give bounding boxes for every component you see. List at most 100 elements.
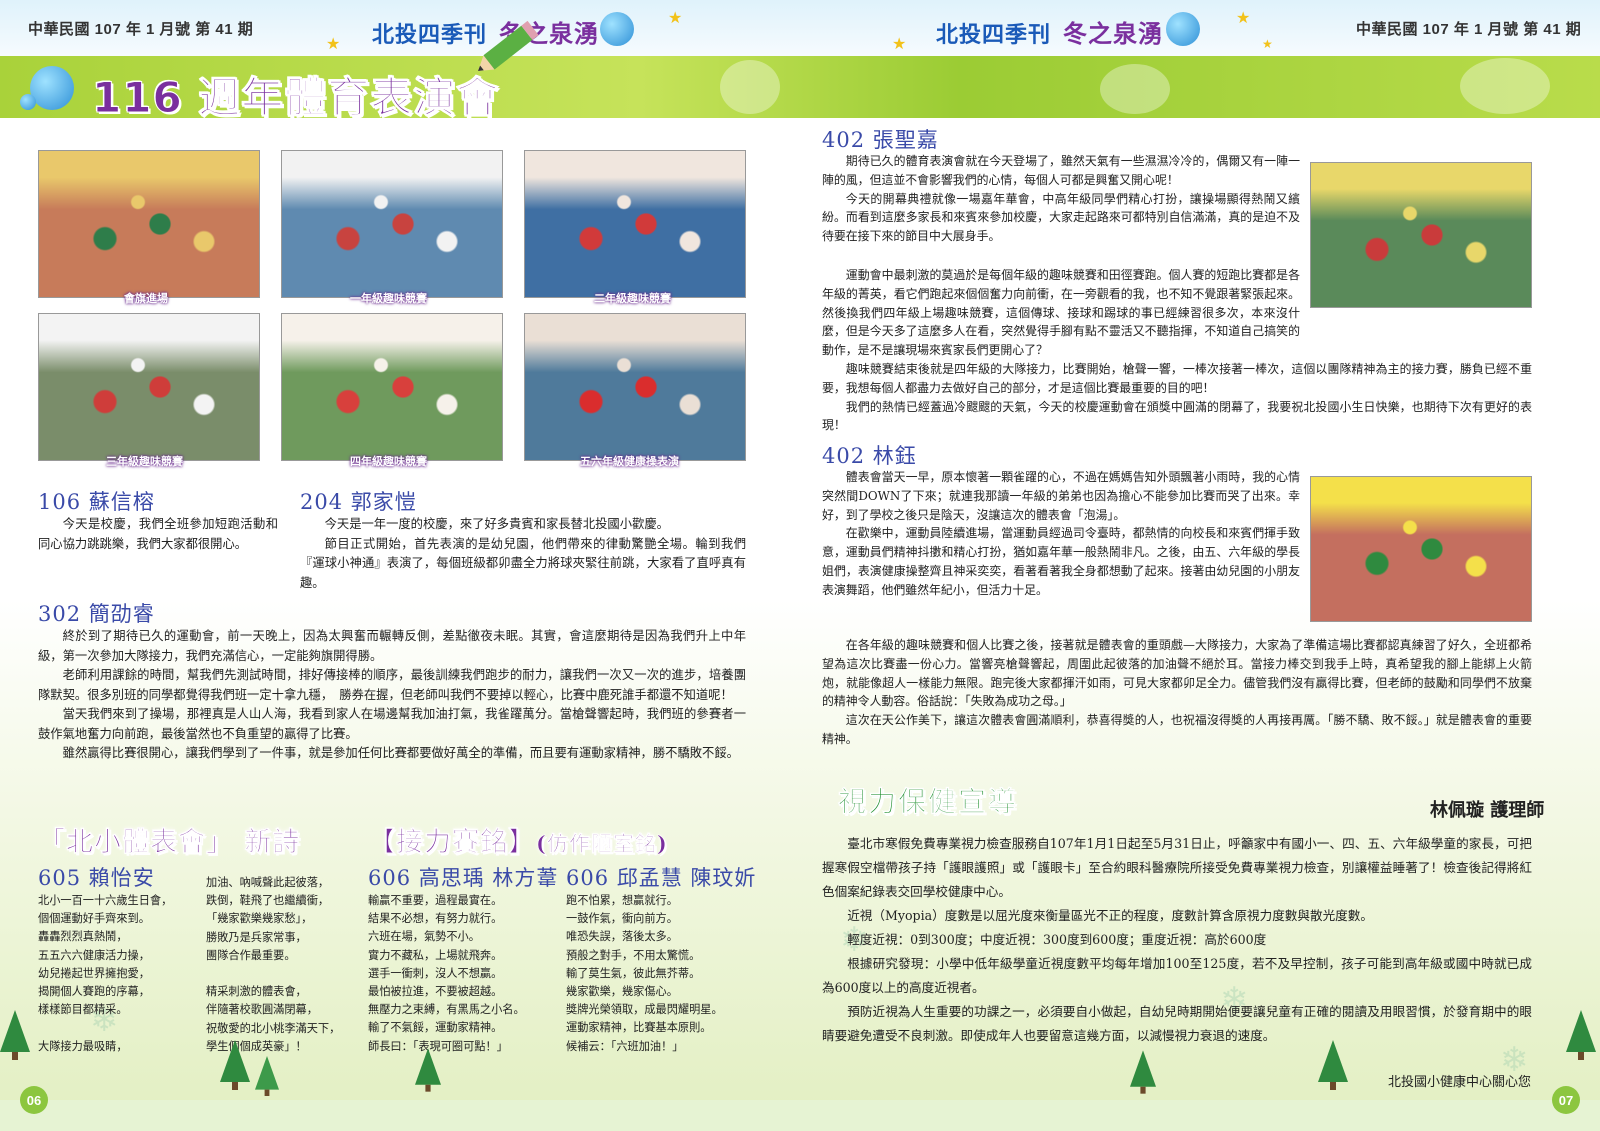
poem-line: 「幾家歡樂幾家愁」，	[206, 912, 313, 926]
pine-tree-icon	[415, 1048, 441, 1092]
heading-text: 【接力賽銘】	[368, 827, 536, 859]
poem-line: 伴隨著校歌圓滿閉幕，	[206, 1003, 318, 1017]
bokeh-light	[720, 60, 780, 114]
brand-name: 北投四季刊	[936, 23, 1052, 48]
photo-grade2-game	[524, 150, 746, 298]
poem-line: 加油、吶喊聲此起彼落，	[206, 876, 330, 889]
paragraph: 期待已久的體育表演會就在今天登場了，雖然天氣有一些濕濕冷冷的，偶爾又有一陣一陣的…	[822, 154, 1300, 187]
poem-heading-new-poetry: 「北小體表會」 新詩	[38, 820, 300, 859]
photo-caption: 五六年級健康操表演	[580, 455, 679, 468]
heading-text: (仿作陋室銘)	[536, 831, 668, 857]
photo-flag-entrance	[38, 150, 260, 298]
paragraph: 在歡樂中，運動員陸續進場，當運動員經過司令臺時，都熱情的向校長和來賓們揮手致意，…	[822, 526, 1300, 597]
paragraph: 近視（Myopia）度數是以屈光度來衡量區光不正的程度，度數計算含原視力度數與散…	[847, 908, 1373, 923]
article-body-204: 今天是一年一度的校慶，來了好多貴賓和家長替北投國小歡慶。 節目正式開始，首先表演…	[300, 515, 746, 593]
heading-text: 「北小體表會」	[38, 827, 234, 859]
vision-author: 林佩璇 護理師	[1430, 800, 1545, 821]
article-body-302: 終於到了期待已久的運動會，前一天晚上，因為太興奮而輾轉反側，差點徹夜未眠。其實，…	[38, 627, 746, 764]
poem-title-605: 605 賴怡安	[38, 866, 155, 890]
article-title-402b: 402 林鈺	[822, 444, 917, 468]
poem-line	[206, 965, 340, 983]
paragraph: 預防近視為人生重要的功課之一，必須要自小做起，自幼兒時期開始便要讓兒童有正確的閱…	[822, 1004, 1532, 1043]
paragraph: 今天是校慶，我們全班參加短跑活動和同心協力跳跳樂，我們大家都很開心。	[38, 517, 278, 551]
poem-line: 最怕被拉進，不要被超越。	[368, 984, 503, 998]
health-center-footer: 北投國小健康中心關心您	[1388, 1075, 1532, 1090]
pine-tree-icon	[1566, 1010, 1596, 1060]
poem-line: 師長曰：「表現可圈可點！」	[368, 1039, 508, 1053]
paragraph: 根據研究發現：小學中低年級學童近視度數平均每年增加100至125度，若不及早控制…	[822, 956, 1532, 995]
photo-caption: 三年級趣味競賽	[106, 455, 183, 468]
pine-tree-icon	[220, 1040, 250, 1090]
poem-line: 跌倒，鞋飛了也繼續衝，	[206, 894, 330, 908]
poem-line: 五五六六健康活力操，	[38, 948, 150, 962]
poem-line	[38, 1019, 172, 1037]
photo-caption: 二年級趣味競賽	[594, 292, 671, 305]
pine-tree-icon	[1318, 1040, 1348, 1090]
water-drop-icon	[600, 12, 634, 46]
pine-tree-icon	[0, 1010, 30, 1060]
water-drop-icon	[1166, 12, 1200, 46]
article-body-402a-top: 期待已久的體育表演會就在今天登場了，雖然天氣有一些濕濕冷冷的，偶爾又有一陣一陣的…	[822, 152, 1300, 246]
poem-606a: 輸贏不重要，過程最實在。 結果不必想，有努力就行。 六班在場，氣勢不小。 實力不…	[368, 892, 525, 1056]
issue-label-right: 中華民國 107 年 1 月號 第 41 期	[1356, 21, 1582, 38]
brand-name: 北投四季刊	[372, 23, 488, 48]
poem-line: 北小一百一十六歲生日會，	[38, 894, 173, 907]
star-icon: ★	[668, 8, 683, 27]
magazine-spread: 中華民國 107 年 1 月號 第 41 期 中華民國 107 年 1 月號 第…	[0, 0, 1600, 1131]
main-title: 116 週年體育表演會	[91, 73, 500, 123]
paragraph: 體表會當天一早，原本懷著一顆雀躍的心，不過在媽媽告知外頭飄著小雨時，我的心情突然…	[822, 470, 1300, 522]
poem-line: 獎牌光榮領取，成最閃耀明星。	[566, 1003, 723, 1017]
poem-606b: 跑不怕累，想贏就行。 一鼓作氣，衝向前方。 唯恐失誤，落後太多。 預般之對手，不…	[566, 892, 723, 1056]
brand-subtitle: 冬之泉湧	[1063, 20, 1164, 48]
page-number-right: 07	[1552, 1086, 1580, 1114]
poem-605-col2: 加油、吶喊聲此起彼落， 跌倒，鞋飛了也繼續衝， 「幾家歡樂幾家愁」， 勝敗乃是兵…	[206, 874, 340, 1056]
paragraph: 節目正式開始，首先表演的是幼兒園，他們帶來的律動驚艷全場。輪到我們『運球小神通』…	[300, 536, 746, 590]
paragraph: 當天我們來到了操場，那裡真是人山人海，我看到家人在場邊幫我加油打氣，我雀躍萬分。…	[38, 707, 746, 741]
poem-line: 跑不怕累，想贏就行。	[566, 894, 678, 907]
poem-line: 精采刺激的體表會，	[206, 985, 307, 999]
poem-line: 候補云：「六班加油！」	[566, 1039, 684, 1053]
page-number-left: 06	[20, 1086, 48, 1114]
pine-tree-icon	[1130, 1050, 1156, 1094]
poem-line: 祝敬愛的北小桃李滿天下，	[206, 1021, 341, 1035]
paragraph: 趣味競賽結束後就是四年級的大隊接力，比賽開始，槍聲一響，一棒次接著一棒次，這個以…	[822, 361, 1532, 395]
water-drop-icon	[30, 66, 74, 110]
poem-line: 輸了不氣餒，運動家精神。	[368, 1021, 503, 1035]
photo-caption: 會旗進場	[124, 292, 168, 305]
poem-line: 幾家歡樂，幾家傷心。	[566, 984, 678, 998]
photo-grade56-exercise	[524, 313, 746, 461]
poem-heading-relay-inscription: 【接力賽銘】(仿作陋室銘)	[368, 820, 668, 859]
paragraph: 我們的熱情已經蓋過冷颼颼的天氣，今天的校慶運動會在頒獎中圓滿的閉幕了，我要祝北投…	[822, 399, 1532, 433]
poem-line: 結果不必想，有努力就行。	[368, 912, 503, 926]
poem-line: 唯恐失誤，落後太多。	[566, 930, 678, 944]
photo-caption: 四年級趣味競賽	[350, 455, 427, 468]
vision-body: 臺北市寒假免費專業視力檢查服務自107年1月1日起至5月31日止，呼籲家中有國小…	[822, 832, 1532, 1048]
poem-line: 選手一衝刺，沒人不想贏。	[368, 966, 503, 980]
poem-line: 預般之對手，不用太驚慌。	[566, 948, 701, 962]
poem-line: 一鼓作氣，衝向前方。	[566, 912, 678, 926]
article-title-204: 204 郭家愷	[300, 490, 417, 514]
bokeh-light	[1100, 64, 1170, 114]
poem-line: 六班在場，氣勢不小。	[368, 930, 480, 944]
article-body-402b-bottom: 在各年級的趣味競賽和個人比賽之後，接著就是體表會的重頭戲—大隊接力，大家為了準備…	[822, 636, 1532, 749]
paragraph: 臺北市寒假免費專業視力檢查服務自107年1月1日起至5月31日止，呼籲家中有國小…	[822, 836, 1532, 899]
poem-line: 團隊合作最重要。	[206, 948, 296, 962]
photo-grade1-game	[281, 150, 503, 298]
poem-line: 幼兒捲起世界擁抱愛，	[38, 966, 150, 980]
paragraph: 雖然贏得比賽很開心，讓我們學到了一件事，就是參加任何比賽都要做好萬全的準備，而且…	[62, 746, 739, 760]
article-body-402a-bottom: 運動會中最刺激的莫過於是每個年級的趣味競賽和田徑賽跑。個人賽的短跑比賽都是各年級…	[822, 266, 1532, 435]
issue-label-left: 中華民國 107 年 1 月號 第 41 期	[28, 21, 254, 38]
paragraph: 今天的開幕典禮就像一場嘉年華會，中高年級同學們精心打扮，讓操場顯得熱鬧又繽紛。而…	[822, 191, 1300, 244]
article-body-402b-top: 體表會當天一早，原本懷著一顆雀躍的心，不過在媽媽告知外頭飄著小雨時，我的心情突然…	[822, 468, 1300, 600]
poem-title-606a: 606 高思瑀 林方葦	[368, 866, 559, 890]
bokeh-light	[1460, 58, 1550, 114]
poem-title-606b: 606 邱孟慧 陳玟妡	[566, 866, 757, 890]
poem-line: 運動家精神，比賽基本原則。	[566, 1021, 712, 1035]
poem-line: 無壓力之束縛，有黑馬之小名。	[368, 1003, 525, 1017]
poem-line: 勝敗乃是兵家常事，	[206, 930, 307, 944]
poem-line: 實力不藏私，上場就飛奔。	[368, 948, 503, 962]
poem-line: 輸贏不重要，過程最實在。	[368, 894, 503, 907]
footer-band	[0, 1100, 1600, 1131]
paragraph: 這次在天公作美下，讓這次體表會圓滿順利，恭喜得獎的人，也祝福沒得獎的人再接再厲。…	[822, 713, 1532, 746]
star-icon: ★	[1262, 37, 1273, 51]
